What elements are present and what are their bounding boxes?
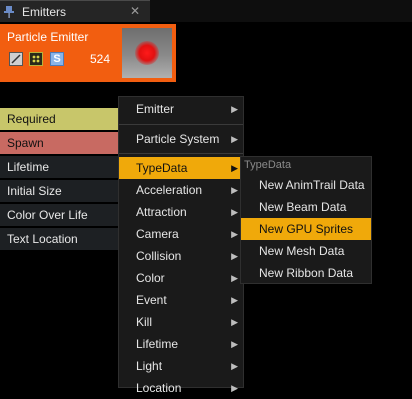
menu-item-typedata[interactable]: TypeData ▶: [119, 157, 243, 179]
module-initial-size[interactable]: Initial Size: [0, 180, 120, 202]
menu-item-label: Particle System: [136, 132, 220, 146]
particle-preview-thumbnail: [122, 28, 172, 78]
menu-item-acceleration[interactable]: Acceleration ▶: [119, 179, 243, 201]
menu-item-label: Camera: [136, 227, 179, 241]
context-menu: Emitter ▶ Particle System ▶ TypeData ▶ A…: [118, 96, 244, 395]
menu-item-emitter[interactable]: Emitter ▶: [119, 98, 243, 120]
menu-item-light[interactable]: Light ▶: [119, 355, 243, 377]
chevron-right-icon: ▶: [231, 104, 238, 114]
chevron-right-icon: ▶: [231, 273, 238, 283]
submenu-item-new-mesh-data[interactable]: New Mesh Data: [241, 240, 371, 262]
module-text-location[interactable]: Text Location: [0, 228, 120, 250]
menu-item-label: Color: [136, 271, 165, 285]
sorting-toggle-icon[interactable]: S: [50, 52, 64, 66]
module-spawn[interactable]: Spawn: [0, 132, 120, 154]
chevron-right-icon: ▶: [231, 134, 238, 144]
emitter-header[interactable]: Particle Emitter S 524: [0, 24, 176, 82]
menu-separator: [119, 124, 243, 125]
typedata-submenu: TypeData New AnimTrail Data New Beam Dat…: [240, 156, 372, 284]
chevron-right-icon: ▶: [231, 163, 238, 173]
chevron-right-icon: ▶: [231, 229, 238, 239]
module-lifetime[interactable]: Lifetime: [0, 156, 120, 178]
particle-sprite: [135, 41, 159, 65]
module-color-over-life[interactable]: Color Over Life: [0, 204, 120, 226]
menu-separator: [119, 153, 243, 154]
solo-toggle-icon[interactable]: [29, 52, 43, 66]
menu-item-attraction[interactable]: Attraction ▶: [119, 201, 243, 223]
menu-item-label: Attraction: [136, 205, 187, 219]
emitter-title: Particle Emitter: [7, 30, 89, 44]
chevron-right-icon: ▶: [231, 317, 238, 327]
tab-title: Emitters: [22, 5, 67, 19]
particle-count: 524: [90, 52, 111, 66]
menu-item-label: Emitter: [136, 102, 175, 116]
menu-item-location[interactable]: Location ▶: [119, 377, 243, 399]
menu-item-lifetime[interactable]: Lifetime ▶: [119, 333, 243, 355]
menu-item-label: Collision: [136, 249, 182, 263]
module-required[interactable]: Required: [0, 108, 120, 130]
menu-item-label: Acceleration: [136, 183, 203, 197]
menu-item-particle-system[interactable]: Particle System ▶: [119, 128, 243, 150]
chevron-right-icon: ▶: [231, 251, 238, 261]
menu-item-event[interactable]: Event ▶: [119, 289, 243, 311]
menu-item-label: Kill: [136, 315, 153, 329]
submenu-heading: TypeData: [244, 159, 292, 171]
chevron-right-icon: ▶: [231, 339, 238, 349]
menu-item-label: Event: [136, 293, 167, 307]
menu-item-kill[interactable]: Kill ▶: [119, 311, 243, 333]
pin-icon: [4, 6, 14, 18]
menu-item-camera[interactable]: Camera ▶: [119, 223, 243, 245]
title-bar: Emitters ✕: [0, 0, 412, 22]
chevron-right-icon: ▶: [231, 361, 238, 371]
menu-item-label: Lifetime: [136, 337, 179, 351]
graph-toggle-icon[interactable]: [9, 52, 23, 66]
module-list: Required Spawn Lifetime Initial Size Col…: [0, 108, 120, 252]
chevron-right-icon: ▶: [231, 207, 238, 217]
close-icon[interactable]: ✕: [130, 4, 140, 18]
submenu-item-new-beam-data[interactable]: New Beam Data: [241, 196, 371, 218]
submenu-item-new-animtrail-data[interactable]: New AnimTrail Data: [241, 174, 371, 196]
chevron-right-icon: ▶: [231, 185, 238, 195]
submenu-item-new-ribbon-data[interactable]: New Ribbon Data: [241, 262, 371, 284]
submenu-item-new-gpu-sprites[interactable]: New GPU Sprites: [241, 218, 371, 240]
tab-emitters[interactable]: Emitters ✕: [0, 0, 150, 22]
menu-item-color[interactable]: Color ▶: [119, 267, 243, 289]
menu-item-label: TypeData: [136, 161, 188, 175]
menu-item-label: Light: [136, 359, 163, 373]
chevron-right-icon: ▶: [231, 295, 238, 305]
menu-item-collision[interactable]: Collision ▶: [119, 245, 243, 267]
menu-item-label: Location: [136, 381, 182, 395]
chevron-right-icon: ▶: [231, 383, 238, 393]
